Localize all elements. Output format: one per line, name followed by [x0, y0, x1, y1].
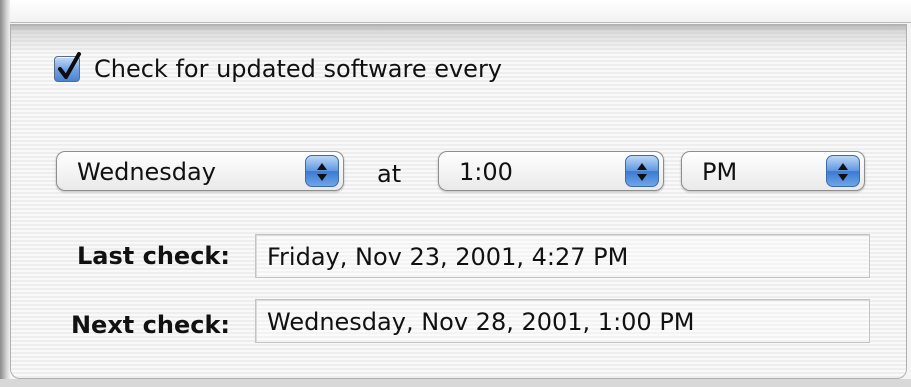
ampm-popup[interactable]: PM: [681, 151, 865, 191]
day-popup-value: Wednesday: [77, 158, 216, 186]
up-down-arrows-icon: [637, 163, 647, 181]
time-popup-value: 1:00: [459, 158, 513, 186]
time-popup-arrows: [625, 155, 659, 187]
up-down-arrows-icon: [317, 163, 327, 181]
up-down-arrows-icon: [838, 163, 848, 181]
last-check-field: Friday, Nov 23, 2001, 4:27 PM: [255, 234, 870, 278]
window-bottom-edge: [0, 379, 911, 387]
at-label: at: [377, 160, 402, 188]
ampm-popup-arrows: [826, 155, 860, 187]
checkmark-icon: [58, 52, 81, 79]
ampm-popup-value: PM: [702, 158, 738, 186]
day-popup[interactable]: Wednesday: [56, 151, 344, 191]
auto-check-label: Check for updated software every: [94, 55, 503, 83]
next-check-field: Wednesday, Nov 28, 2001, 1:00 PM: [255, 299, 870, 343]
next-check-label: Next check:: [70, 311, 230, 339]
auto-check-checkbox-row[interactable]: Check for updated software every: [54, 52, 503, 84]
window-top-strip: [0, 0, 911, 23]
preferences-window: Check for updated software every Wednesd…: [0, 0, 911, 387]
time-popup[interactable]: 1:00: [438, 151, 664, 191]
day-popup-arrows: [305, 155, 339, 187]
auto-check-checkbox[interactable]: [54, 52, 81, 82]
last-check-label: Last check:: [77, 242, 230, 270]
window-left-edge: [0, 0, 10, 387]
